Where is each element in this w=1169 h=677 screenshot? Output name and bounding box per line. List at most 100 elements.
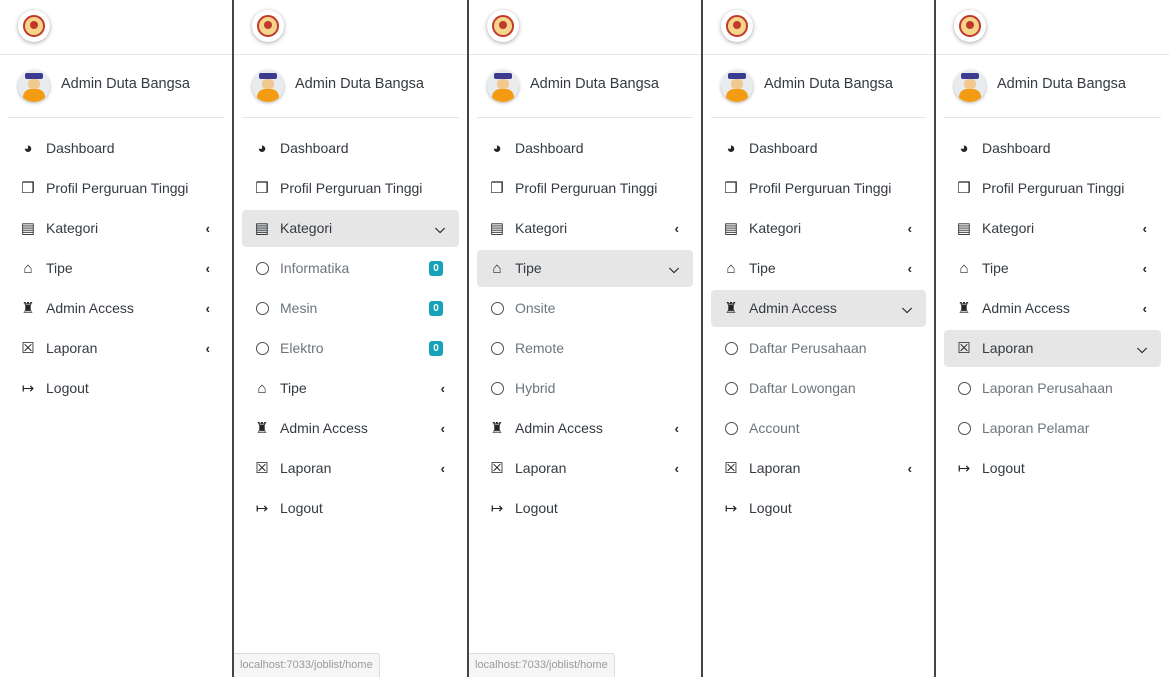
chevron-left-icon[interactable]: ‹ bbox=[908, 450, 912, 487]
nav-item[interactable]: ☒ Laporan ⌵ bbox=[944, 330, 1161, 367]
nav-item[interactable]: ⌂ Tipe ‹ bbox=[711, 250, 926, 287]
nav-item[interactable]: ▤ Kategori ‹ bbox=[477, 210, 693, 247]
submenu-item[interactable]: Hybrid bbox=[477, 370, 693, 407]
chevron-left-icon[interactable]: ‹ bbox=[675, 450, 679, 487]
nav-item-label: Logout bbox=[515, 500, 558, 516]
chevron-left-icon[interactable]: ‹ bbox=[1143, 290, 1147, 327]
submenu-item[interactable]: Mesin 0 bbox=[242, 290, 459, 327]
nav-item[interactable]: ❒ Profil Perguruan Tinggi bbox=[8, 170, 224, 207]
user-name[interactable]: Admin Duta Bangsa bbox=[530, 76, 659, 92]
nav-item[interactable]: ↦ Logout bbox=[944, 450, 1161, 487]
chevron-down-icon[interactable]: ⌵ bbox=[902, 290, 912, 327]
submenu-item[interactable]: Daftar Lowongan bbox=[711, 370, 926, 407]
chevron-down-icon[interactable]: ⌵ bbox=[1137, 330, 1147, 367]
nav-item[interactable]: ▤ Kategori ‹ bbox=[944, 210, 1161, 247]
book-icon: ▤ bbox=[20, 220, 36, 237]
nav-item[interactable]: ☒ Laporan ‹ bbox=[8, 330, 224, 367]
file-excel-icon: ☒ bbox=[724, 460, 738, 477]
university-logo-icon[interactable] bbox=[721, 10, 753, 42]
user-name[interactable]: Admin Duta Bangsa bbox=[295, 76, 424, 92]
user-panel[interactable]: Admin Duta Bangsa bbox=[711, 55, 926, 118]
chevron-left-icon[interactable]: ‹ bbox=[908, 250, 912, 287]
logout-icon: ↦ bbox=[957, 460, 971, 477]
nav-item-label: Account bbox=[749, 420, 800, 436]
nav-item-label: Laporan bbox=[982, 340, 1034, 356]
university-logo-icon[interactable] bbox=[954, 10, 986, 42]
user-name[interactable]: Admin Duta Bangsa bbox=[61, 76, 190, 92]
user-name[interactable]: Admin Duta Bangsa bbox=[764, 76, 893, 92]
nav-item[interactable]: ▤ Kategori ‹ bbox=[8, 210, 224, 247]
chevron-left-icon[interactable]: ‹ bbox=[206, 210, 210, 247]
logout-icon: ↦ bbox=[21, 380, 35, 397]
user-panel[interactable]: Admin Duta Bangsa bbox=[8, 55, 224, 118]
university-logo-icon[interactable] bbox=[18, 10, 50, 42]
brand-header bbox=[0, 0, 232, 55]
user-panel[interactable]: Admin Duta Bangsa bbox=[477, 55, 693, 118]
nav-item[interactable]: ♜ Admin Access ‹ bbox=[8, 290, 224, 327]
nav-item[interactable]: ↦ Logout bbox=[477, 490, 693, 527]
nav-item-label: Daftar Lowongan bbox=[749, 380, 856, 396]
nav-item-label: Elektro bbox=[280, 340, 324, 356]
chevron-down-icon[interactable]: ⌵ bbox=[435, 210, 445, 247]
chevron-left-icon[interactable]: ‹ bbox=[206, 250, 210, 287]
nav-item[interactable]: ⌂ Tipe ⌵ bbox=[477, 250, 693, 287]
submenu-item[interactable]: Informatika 0 bbox=[242, 250, 459, 287]
chevron-left-icon[interactable]: ‹ bbox=[1143, 210, 1147, 247]
chevron-left-icon[interactable]: ‹ bbox=[441, 370, 445, 407]
submenu-item[interactable]: Elektro 0 bbox=[242, 330, 459, 367]
chevron-down-icon[interactable]: ⌵ bbox=[669, 250, 679, 287]
chevron-left-icon[interactable]: ‹ bbox=[441, 450, 445, 487]
nav-item[interactable]: ♜ Admin Access ‹ bbox=[944, 290, 1161, 327]
nav-item[interactable]: ☒ Laporan ‹ bbox=[477, 450, 693, 487]
nav-item[interactable]: ❒ Profil Perguruan Tinggi bbox=[944, 170, 1161, 207]
book-icon: ▤ bbox=[956, 220, 972, 237]
nav-item[interactable]: ❒ Profil Perguruan Tinggi bbox=[242, 170, 459, 207]
chevron-left-icon[interactable]: ‹ bbox=[206, 330, 210, 367]
avatar bbox=[18, 70, 50, 102]
nav-item[interactable]: ▤ Kategori ‹ bbox=[711, 210, 926, 247]
nav-item[interactable]: ⌂ Tipe ‹ bbox=[944, 250, 1161, 287]
nav-item[interactable]: ↦ Logout bbox=[8, 370, 224, 407]
nav-item[interactable]: ↦ Logout bbox=[242, 490, 459, 527]
submenu-item[interactable]: Remote bbox=[477, 330, 693, 367]
submenu-item[interactable]: Laporan Pelamar bbox=[944, 410, 1161, 447]
university-logo-icon[interactable] bbox=[252, 10, 284, 42]
chevron-left-icon[interactable]: ‹ bbox=[1143, 250, 1147, 287]
submenu-item[interactable]: Onsite bbox=[477, 290, 693, 327]
nav-item[interactable]: ◕ Dashboard bbox=[944, 130, 1161, 167]
nav-item-label: Profil Perguruan Tinggi bbox=[982, 180, 1125, 196]
nav-item[interactable]: ⌂ Tipe ‹ bbox=[8, 250, 224, 287]
user-panel[interactable]: Admin Duta Bangsa bbox=[944, 55, 1161, 118]
avatar-face bbox=[964, 79, 976, 89]
nav-item[interactable]: ♜ Admin Access ‹ bbox=[242, 410, 459, 447]
user-panel[interactable]: Admin Duta Bangsa bbox=[242, 55, 459, 118]
nav-item[interactable]: ♜ Admin Access ‹ bbox=[477, 410, 693, 447]
nav-item[interactable]: ⌂ Tipe ‹ bbox=[242, 370, 459, 407]
chevron-left-icon[interactable]: ‹ bbox=[675, 210, 679, 247]
submenu-item[interactable]: Daftar Perusahaan bbox=[711, 330, 926, 367]
count-badge: 0 bbox=[429, 261, 443, 276]
nav-item[interactable]: ♜ Admin Access ⌵ bbox=[711, 290, 926, 327]
submenu-item[interactable]: Laporan Perusahaan bbox=[944, 370, 1161, 407]
submenu-item[interactable]: Account bbox=[711, 410, 926, 447]
nav-item[interactable]: ◕ Dashboard bbox=[477, 130, 693, 167]
nav-item[interactable]: ☒ Laporan ‹ bbox=[711, 450, 926, 487]
nav-item[interactable]: ❒ Profil Perguruan Tinggi bbox=[711, 170, 926, 207]
chevron-left-icon[interactable]: ‹ bbox=[441, 410, 445, 447]
nav-item[interactable]: ▤ Kategori ⌵ bbox=[242, 210, 459, 247]
nav-item[interactable]: ◕ Dashboard bbox=[8, 130, 224, 167]
nav-item[interactable]: ◕ Dashboard bbox=[242, 130, 459, 167]
chevron-left-icon[interactable]: ‹ bbox=[908, 210, 912, 247]
nav-item-label: Tipe bbox=[280, 380, 307, 396]
university-logo-icon[interactable] bbox=[487, 10, 519, 42]
user-name[interactable]: Admin Duta Bangsa bbox=[997, 76, 1126, 92]
circle-icon bbox=[958, 382, 971, 395]
chevron-left-icon[interactable]: ‹ bbox=[206, 290, 210, 327]
nav-item[interactable]: ↦ Logout bbox=[711, 490, 926, 527]
nav-item-label: Logout bbox=[46, 380, 89, 396]
chevron-left-icon[interactable]: ‹ bbox=[675, 410, 679, 447]
nav-item[interactable]: ☒ Laporan ‹ bbox=[242, 450, 459, 487]
nav-item-label: Tipe bbox=[515, 260, 542, 276]
nav-item[interactable]: ❒ Profil Perguruan Tinggi bbox=[477, 170, 693, 207]
nav-item[interactable]: ◕ Dashboard bbox=[711, 130, 926, 167]
